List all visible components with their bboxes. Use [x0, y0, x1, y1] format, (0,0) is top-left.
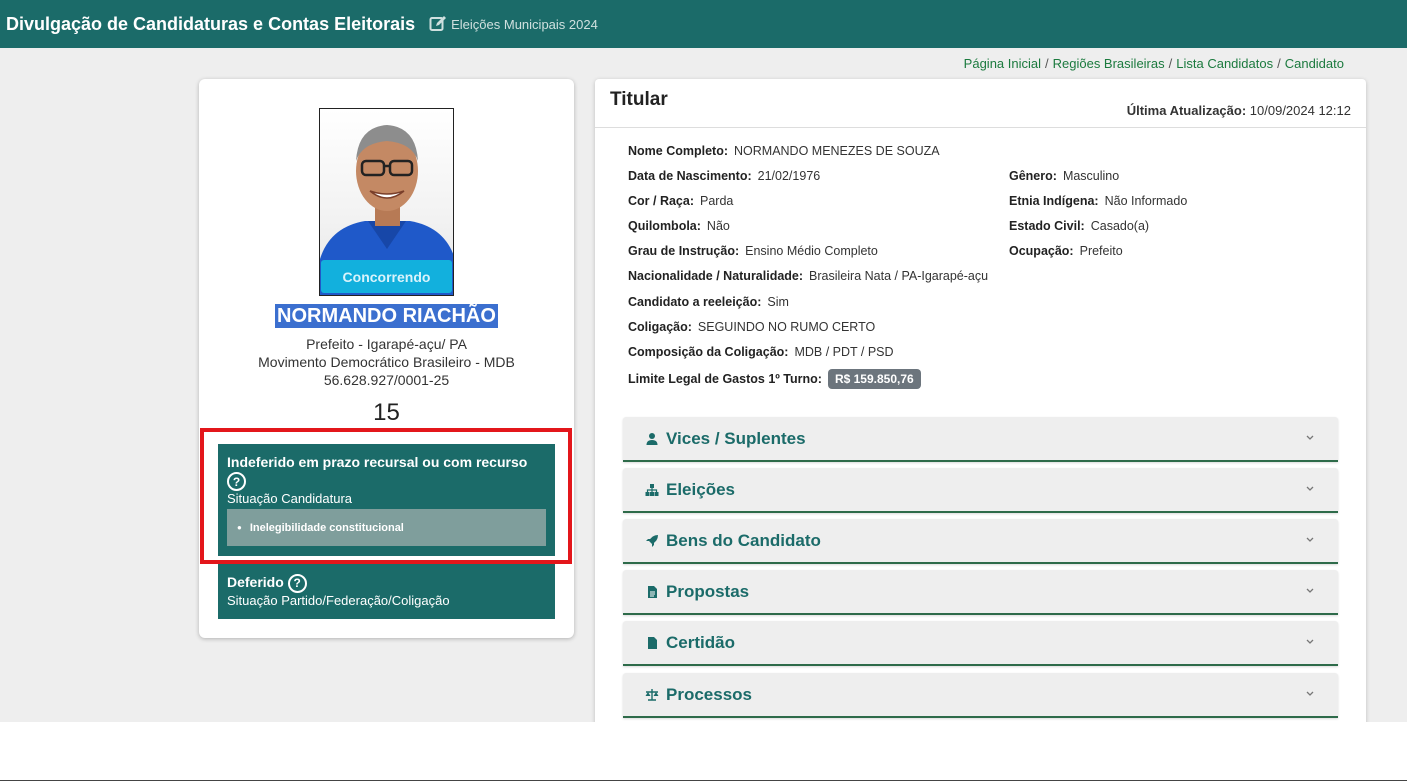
main-content: Página Inicial / Regiões Brasileiras / Lista… [0, 48, 1407, 722]
election-selector[interactable]: Eleições Municipais 2024 [451, 17, 598, 32]
top-bar: Divulgação de Candidaturas e Contas Elei… [0, 0, 1407, 48]
scale-icon [645, 688, 659, 702]
help-icon[interactable]: ? [287, 573, 307, 593]
field-reeleicao: Candidato a reeleição: Sim [628, 295, 789, 309]
field-estado-civil: Estado Civil: Casado(a) [1009, 219, 1150, 233]
candidate-number: 15 [373, 399, 400, 426]
party-status-box: Deferido ? Situação Partido/Federação/Co… [218, 564, 555, 619]
field-nacionalidade: Nacionalidade / Naturalidade: Brasileira … [628, 269, 989, 283]
candidate-card: Concorrendo NORMANDO RIACHÃO Prefeito - … [199, 79, 574, 638]
help-icon[interactable]: ? [227, 472, 246, 491]
candidacy-reason: ● Inelegibilidade constitucional [227, 509, 546, 546]
app-title[interactable]: Divulgação de Candidaturas e Contas Elei… [6, 14, 415, 35]
field-genero: Gênero: Masculino [1009, 169, 1120, 183]
accordion-processos[interactable]: Processos [623, 673, 1338, 718]
candidacy-status-title: Indeferido em prazo recursal ou com recu… [227, 454, 528, 470]
sitemap-icon [645, 483, 659, 497]
chevron-down-icon [1306, 639, 1314, 644]
file-icon [645, 636, 659, 650]
accordion-certidao[interactable]: Certidão [623, 621, 1338, 666]
breadcrumb: Página Inicial / Regiões Brasileiras / Lista… [963, 56, 1344, 71]
field-nascimento: Data de Nascimento: 21/02/1976 [628, 169, 821, 183]
user-icon [645, 432, 659, 446]
accordion-vices[interactable]: Vices / Suplentes [623, 417, 1338, 462]
field-composicao: Composição da Coligação: MDB / PDT / PSD [628, 345, 894, 359]
file-text-icon [645, 585, 659, 599]
page-footer-area [0, 722, 1407, 781]
candidacy-status-label: Situação Candidatura [227, 491, 353, 506]
field-etnia: Etnia Indígena: Não Informado [1009, 194, 1188, 208]
chevron-down-icon [1306, 537, 1314, 542]
breadcrumb-regions[interactable]: Regiões Brasileiras [1053, 56, 1165, 71]
field-nome: Nome Completo: NORMANDO MENEZES DE SOUZA [628, 144, 940, 158]
breadcrumb-current: Candidato [1284, 56, 1344, 71]
candidate-photo: Concorrendo [319, 108, 454, 296]
field-instrucao: Grau de Instrução: Ensino Médio Completo [628, 244, 878, 258]
details-card: Titular Última Atualização: 10/09/2024 1… [595, 79, 1366, 722]
party-status-title: Deferido [227, 574, 284, 590]
party-status-label: Situação Partido/Federação/Coligação [227, 592, 450, 608]
last-updated: Última Atualização: 10/09/2024 12:12 [1126, 103, 1351, 118]
accordion-eleicoes[interactable]: Eleições [623, 468, 1338, 513]
chevron-down-icon [1306, 588, 1314, 593]
chevron-down-icon [1306, 435, 1314, 440]
candidate-office: Prefeito - Igarapé-açu/ PA [306, 336, 467, 352]
candidate-name: NORMANDO RIACHÃO [275, 304, 498, 328]
field-limite: Limite Legal de Gastos 1º Turno: R$ 159.8… [628, 369, 921, 389]
candidate-party: Movimento Democrático Brasileiro - MDB [258, 354, 515, 370]
field-cor: Cor / Raça: Parda [628, 194, 734, 208]
candidacy-status-box: Indeferido em prazo recursal ou com recu… [218, 444, 555, 556]
chevron-down-icon [1306, 486, 1314, 491]
accordion-propostas[interactable]: Propostas [623, 570, 1338, 615]
field-coligacao: Coligação: SEGUINDO NO RUMO CERTO [628, 320, 876, 334]
candidate-cnpj: 56.628.927/0001-25 [323, 372, 450, 388]
rocket-icon [645, 534, 659, 548]
accordion-bens[interactable]: Bens do Candidato [623, 519, 1338, 564]
field-ocupacao: Ocupação: Prefeito [1009, 244, 1123, 258]
details-header: Titular Última Atualização: 10/09/2024 1… [595, 79, 1366, 128]
breadcrumb-candidate-list[interactable]: Lista Candidatos [1176, 56, 1273, 71]
chevron-down-icon [1306, 691, 1314, 696]
field-quilombola: Quilombola: Não [628, 219, 730, 233]
status-badge: Concorrendo [321, 260, 452, 293]
spending-limit-badge: R$ 159.850,76 [827, 369, 921, 389]
edit-icon[interactable] [429, 15, 447, 33]
details-title: Titular [610, 89, 668, 110]
breadcrumb-home[interactable]: Página Inicial [964, 56, 1041, 71]
